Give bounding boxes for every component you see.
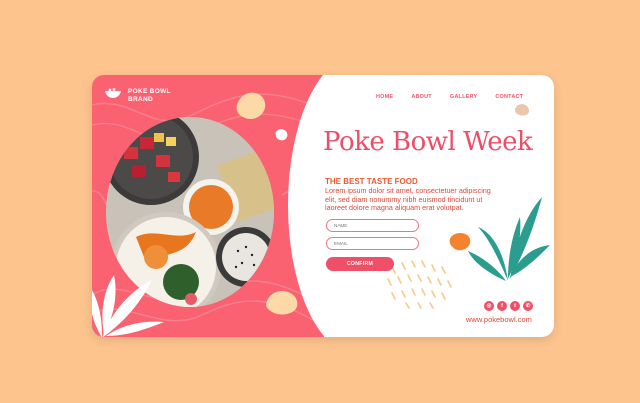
- blob-decoration-bottom: [266, 290, 298, 315]
- instagram-icon[interactable]: ◎: [484, 301, 494, 311]
- brand-name-line2: BRAND: [128, 95, 153, 103]
- bowl-icon: [105, 88, 121, 98]
- blob-decoration-small: [275, 129, 288, 141]
- nav-gallery[interactable]: GALLERY: [450, 94, 477, 100]
- website-url[interactable]: www.pokebowl.com: [466, 315, 532, 324]
- name-field[interactable]: [326, 219, 419, 232]
- page-subtitle: THE BEST TASTE FOOD: [325, 177, 418, 186]
- blob-decoration-right: [514, 104, 529, 116]
- facebook-icon[interactable]: f: [497, 301, 507, 311]
- blob-decoration-top: [236, 92, 266, 120]
- email-field[interactable]: [326, 237, 419, 250]
- hero-description: Lorem ipsum dolor sit amet, consectetuer…: [325, 186, 491, 213]
- whatsapp-icon[interactable]: ✆: [523, 301, 533, 311]
- twitter-icon[interactable]: t: [510, 301, 520, 311]
- social-links: ◎ f t ✆: [484, 301, 533, 311]
- nav-home[interactable]: HOME: [376, 94, 393, 100]
- dotted-pattern-decoration: [387, 260, 452, 309]
- nav-about[interactable]: ABOUT: [411, 94, 432, 100]
- brand-name-line1: POKE BOWL: [128, 88, 171, 95]
- confirm-button[interactable]: CONFIRM: [326, 257, 394, 271]
- nav-contact[interactable]: CONTACT: [495, 94, 523, 100]
- landing-card: POKE BOWL BRAND HOME ABOUT GALLERY CONTA…: [92, 75, 554, 337]
- palm-leaf-decoration: [92, 275, 164, 337]
- top-nav: HOME ABOUT GALLERY CONTACT: [376, 94, 541, 100]
- brand-logo[interactable]: POKE BOWL BRAND: [104, 88, 171, 103]
- page-title: Poke Bowl Week: [323, 127, 533, 157]
